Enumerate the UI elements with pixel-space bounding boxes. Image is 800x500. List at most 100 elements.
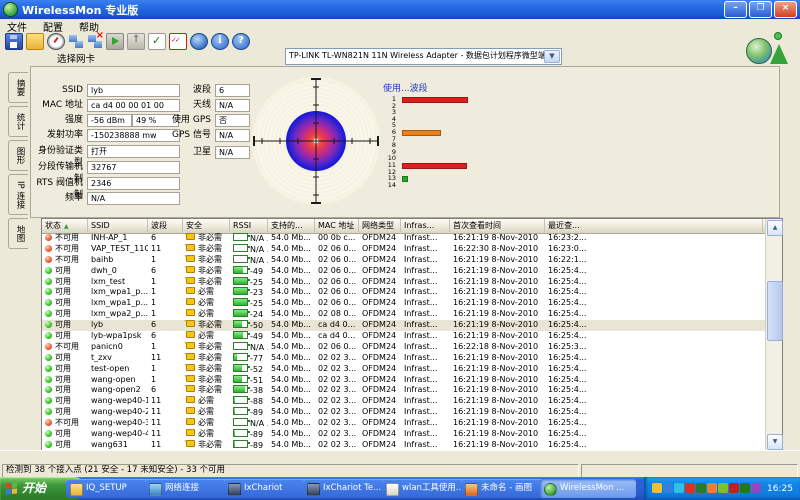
- tray-clock: 16:25: [767, 484, 793, 494]
- chevron-down-icon[interactable]: ▼: [544, 50, 560, 63]
- gps-value-1[interactable]: N/A: [215, 99, 250, 112]
- tab-2[interactable]: 图形: [8, 140, 28, 171]
- column-header-last_seen[interactable]: 最近查...: [545, 219, 763, 232]
- field-value-5[interactable]: 32767: [87, 161, 180, 174]
- adapter-combobox[interactable]: TP-LINK TL-WN821N 11N Wireless Adapter -…: [285, 48, 562, 65]
- tab-0[interactable]: 摘要: [8, 72, 28, 103]
- tray-icon-1[interactable]: [663, 483, 673, 493]
- column-header-rssi[interactable]: RSSI: [230, 219, 268, 232]
- checklist-icon[interactable]: [169, 33, 187, 50]
- table-row[interactable]: 可用lxm_test1非必需-2554.0 Mb...02 06 0...OFD…: [42, 277, 766, 288]
- open-folder-icon[interactable]: [26, 33, 44, 50]
- tray-icon-2[interactable]: [674, 483, 684, 493]
- table-row[interactable]: 不可用baihb1非必需N/A ...54.0 Mb...02 06 0...O…: [42, 255, 766, 266]
- table-row[interactable]: 可用lxm_wpa1_p...1必需-2354.0 Mb...02 06 0..…: [42, 287, 766, 298]
- table-row[interactable]: 不可用VAP_TEST_11G11非必需N/A ...54.0 Mb...02 …: [42, 244, 766, 255]
- menu-item-0[interactable]: 文件: [7, 19, 27, 34]
- scroll-up-icon[interactable]: ▲: [767, 220, 783, 236]
- lock-open-icon: [186, 255, 195, 262]
- scroll-down-icon[interactable]: ▼: [767, 434, 783, 450]
- status-panel-right: [581, 464, 798, 478]
- field-value-2[interactable]: -56 dBm: [87, 114, 132, 127]
- column-header-mac[interactable]: MAC 地址: [315, 219, 359, 232]
- column-header-nettype[interactable]: 网络类型: [359, 219, 401, 232]
- gps-value-2[interactable]: 否: [215, 114, 250, 127]
- tray-icon-5[interactable]: [707, 483, 717, 493]
- close-button[interactable]: ×: [774, 1, 797, 18]
- tray-icon-8[interactable]: [740, 483, 750, 493]
- tray-icon-0[interactable]: [652, 483, 662, 493]
- tab-3[interactable]: IP 连接: [8, 174, 28, 215]
- cell-channel: 1: [148, 277, 183, 288]
- cell-nettype: OFDM24: [359, 320, 401, 331]
- windows-flag-icon: [6, 482, 17, 494]
- field-value-7[interactable]: N/A: [87, 192, 180, 205]
- gps-value-3[interactable]: N/A: [215, 129, 250, 142]
- table-row[interactable]: 不可用INH-AP_16非必需N/A ...54.0 Mb...00 0b c.…: [42, 233, 766, 244]
- cell-mac: 02 02 3...: [315, 407, 359, 418]
- taskbar-button-6[interactable]: WirelessMon ...: [540, 479, 636, 498]
- column-header-infra[interactable]: Infras...: [401, 219, 450, 232]
- scrollbar-thumb[interactable]: [767, 281, 783, 341]
- table-row[interactable]: 可用wang-wep40-111必需-8854.0 Mb...02 02 3..…: [42, 396, 766, 407]
- column-header-ssid[interactable]: SSID: [88, 219, 148, 232]
- menu-item-1[interactable]: 配置: [43, 19, 63, 34]
- status-available-icon: [45, 299, 52, 306]
- table-row[interactable]: 可用lyb6非必需-5054.0 Mb...ca d4 0...OFDM24In…: [42, 320, 766, 331]
- info-icon[interactable]: [211, 33, 229, 50]
- network-icon[interactable]: [68, 34, 84, 49]
- column-header-first_seen[interactable]: 首次查看时间: [450, 219, 545, 232]
- table-row[interactable]: 可用wang-open26非必需-3854.0 Mb...02 02 3...O…: [42, 385, 766, 396]
- gps-value-4[interactable]: N/A: [215, 146, 250, 159]
- cell-rates: 54.0 Mb...: [268, 364, 315, 375]
- network-x-icon[interactable]: [87, 34, 103, 49]
- tray-icon-3[interactable]: [685, 483, 695, 493]
- column-header-status[interactable]: 状态▲: [42, 219, 88, 232]
- cell-channel: 1: [148, 364, 183, 375]
- status-unavailable-icon: [45, 234, 52, 241]
- table-row[interactable]: 可用wang-wep40-411必需-8954.0 Mb...02 02 3..…: [42, 429, 766, 440]
- table-row[interactable]: 可用lxm_wpa1_p...1必需-2554.0 Mb...02 06 0..…: [42, 298, 766, 309]
- tab-1[interactable]: 统计: [8, 106, 28, 137]
- column-header-rates[interactable]: 支持的...: [268, 219, 315, 232]
- column-header-channel[interactable]: 波段: [148, 219, 183, 232]
- cell-rssi: -52: [230, 364, 268, 375]
- table-row[interactable]: 可用t_zxv11非必需-7754.0 Mb...02 02 3...OFDM2…: [42, 353, 766, 364]
- upload-icon[interactable]: [127, 33, 145, 50]
- cell-security: 必需: [183, 429, 230, 440]
- table-row[interactable]: 可用lyb-wpa1psk6必需-4954.0 Mb...ca d4 0...O…: [42, 331, 766, 342]
- cell-status: 可用: [42, 266, 88, 277]
- table-row[interactable]: 可用wang-wep40-211必需-8954.0 Mb...02 02 3..…: [42, 407, 766, 418]
- cell-ssid: INH-AP_1: [88, 233, 148, 244]
- table-row[interactable]: 可用dwh_06非必需-4954.0 Mb...02 06 0...OFDM24…: [42, 266, 766, 277]
- table-row[interactable]: 可用wang-open1非必需-5154.0 Mb...02 02 3...OF…: [42, 375, 766, 386]
- adapter-start-icon[interactable]: [106, 33, 124, 50]
- tray-icon-4[interactable]: [696, 483, 706, 493]
- table-row[interactable]: 可用test-open1非必需-5254.0 Mb...02 02 3...OF…: [42, 364, 766, 375]
- table-row[interactable]: 可用lxm_wpa2_p...1必需-2454.0 Mb...02 08 0..…: [42, 309, 766, 320]
- field-value-6[interactable]: 2346: [87, 177, 180, 190]
- table-row[interactable]: 不可用wang-wep40-311必需N/A ...54.0 Mb...02 0…: [42, 418, 766, 429]
- status-available-icon: [45, 408, 52, 415]
- restore-button[interactable]: ❐: [749, 1, 772, 18]
- tray-icon-7[interactable]: [729, 483, 739, 493]
- save-icon[interactable]: [5, 33, 23, 50]
- column-header-security[interactable]: 安全: [183, 219, 230, 232]
- edit-check-icon[interactable]: [148, 33, 166, 50]
- tray-icon-9[interactable]: [751, 483, 761, 493]
- minimize-button[interactable]: –: [724, 1, 747, 18]
- cell-first_seen: 16:21:19 8-Nov-2010: [450, 353, 545, 364]
- gps-value-0[interactable]: 6: [215, 84, 250, 97]
- cell-ssid: wang-open: [88, 375, 148, 386]
- tray-icon-6[interactable]: [718, 483, 728, 493]
- table-row[interactable]: 不可用panicn01非必需N/A ...54.0 Mb...02 06 0..…: [42, 342, 766, 353]
- gauge-icon[interactable]: [47, 33, 65, 50]
- web-icon[interactable]: [190, 33, 208, 50]
- tab-4[interactable]: 地图: [8, 218, 28, 249]
- vertical-scrollbar[interactable]: ▲ ▼: [765, 219, 782, 451]
- cell-mac: 02 02 3...: [315, 364, 359, 375]
- help-icon[interactable]: [232, 33, 250, 50]
- lock-open-icon: [186, 266, 195, 273]
- cell-channel: 6: [148, 266, 183, 277]
- cell-status: 可用: [42, 407, 88, 418]
